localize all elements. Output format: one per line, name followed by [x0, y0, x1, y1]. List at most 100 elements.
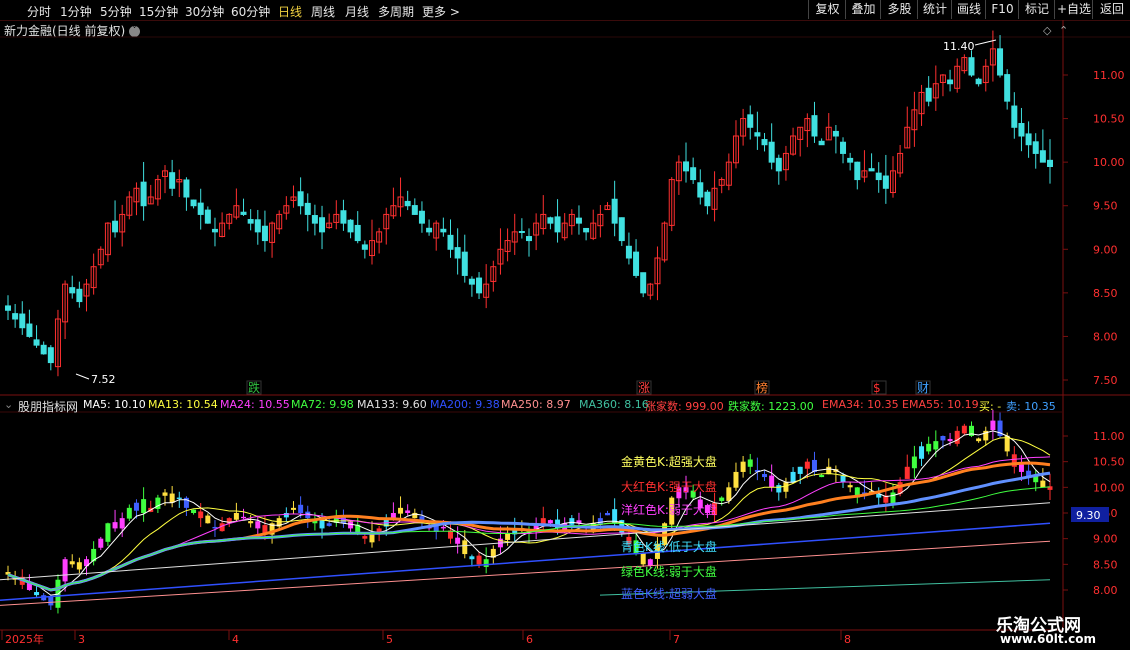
candle-body [411, 205, 418, 215]
candle-body [854, 161, 861, 181]
indicator-candle-body [919, 446, 925, 459]
price-tick-label: 10.00 [1093, 156, 1125, 169]
indicator-candle-body [940, 436, 946, 441]
legend-item-4: MA133: 9.60 [357, 398, 427, 411]
legend-item-2: MA24: 10.55 [220, 398, 290, 411]
indicator-candle-body [62, 559, 68, 582]
indicator-candle-body [469, 556, 475, 560]
candle-body [340, 210, 347, 224]
ma133-line [0, 502, 1051, 581]
diamond-icon[interactable]: ◇ [1043, 24, 1052, 37]
candle-body [183, 179, 190, 198]
candle-body [247, 219, 254, 224]
sub-price-tick-label: 8.50 [1093, 558, 1118, 571]
candle-body [832, 130, 839, 137]
candle-body [169, 172, 176, 189]
indicator-candle-body [405, 510, 411, 513]
candle-body [840, 141, 847, 154]
indicator-candle-body [911, 456, 917, 469]
candle-body [33, 339, 40, 346]
indicator-candle-body [840, 475, 846, 483]
high-price-label: 11.40 [943, 40, 975, 53]
candle-body [240, 211, 247, 215]
price-tick-label: 10.50 [1093, 113, 1125, 126]
candle-body [768, 141, 775, 163]
indicator-candle-body [790, 471, 796, 483]
indicator-candle-body [476, 555, 482, 565]
indicator-candle-body [762, 474, 768, 478]
legend-item-9: 跌家数: 1223.00 [728, 400, 814, 413]
indicator-candle-body [162, 492, 168, 496]
annotation-label: 洋红色K:弱于大盘 [621, 502, 717, 517]
event-marker: $ [873, 381, 881, 395]
candle-body [747, 114, 754, 128]
indicator-candle-body [133, 502, 139, 511]
candle-body [690, 167, 697, 181]
candle-body [518, 231, 525, 234]
candle-body [461, 251, 468, 276]
candle-body [5, 305, 11, 311]
indicator-candle-body [747, 459, 753, 467]
candle-body [404, 200, 411, 207]
indicator-candle-body [369, 533, 375, 543]
indicator-candle-body [954, 430, 960, 444]
chevron-down-icon[interactable]: ⌄ [4, 398, 13, 411]
candle-body [1018, 123, 1025, 137]
indicator-candle-body [440, 526, 446, 529]
candle-body [875, 172, 882, 181]
candle-body [547, 217, 554, 224]
candle-body [261, 225, 268, 242]
price-tick-label: 8.00 [1093, 330, 1118, 343]
x-axis-label: 4 [232, 633, 239, 646]
indicator-candle-body [783, 482, 789, 492]
low-price-label: 7.52 [91, 373, 116, 386]
candle-body [447, 234, 454, 250]
indicator-candle-body [205, 515, 211, 524]
indicator-candle-body [811, 459, 817, 472]
indicator-candle-body [976, 438, 982, 442]
ma200-line [0, 522, 1051, 602]
indicator-candle-body [126, 507, 132, 519]
annotation-label: 蓝色K线:超弱大盘 [621, 586, 717, 601]
indicator-candle-body [1018, 464, 1024, 472]
legend-item-10: EMA34: 10.35 [822, 398, 899, 411]
candle-body [112, 220, 119, 233]
kline-chart-area[interactable]: 11.00 10.50 10.00 9.50 9.00 8.50 8.00 7.50 11.00… [0, 0, 1130, 650]
candle-body [319, 217, 326, 233]
candle-body [197, 202, 204, 215]
candle-body [811, 115, 818, 137]
chevron-up-icon[interactable]: ⌃ [1059, 24, 1068, 37]
watermark-url: www.60lt.com [1000, 632, 1097, 646]
candle-body [847, 157, 854, 163]
indicator-candle-body [455, 537, 461, 544]
indicator-candle-body [904, 466, 910, 479]
indicator-candle-body [819, 475, 825, 478]
indicator-candle-body [119, 518, 125, 529]
indicator-candle-body [947, 438, 953, 442]
candle-body [868, 168, 875, 172]
indicator-candle-body [1040, 480, 1046, 488]
candle-body [775, 157, 782, 172]
indicator-candle-body [248, 521, 254, 524]
candle-body [440, 228, 447, 233]
candle-body [454, 247, 461, 259]
candle-body [19, 313, 26, 329]
indicator-candle-body [769, 475, 775, 488]
current-value-label: 9.30 [1076, 509, 1101, 522]
indicator-candle-body [547, 520, 553, 524]
candle-body [354, 224, 361, 242]
candle-body [633, 251, 640, 276]
indicator-candle-body [198, 511, 204, 519]
indicator-candle-body [48, 596, 54, 606]
candle-body [69, 287, 76, 294]
event-marker: 跌 [248, 380, 260, 395]
candle-body [426, 227, 433, 233]
legend-item-7: MA360: 8.16 [579, 398, 649, 411]
candle-body [1011, 105, 1018, 128]
indicator-candle-body [804, 461, 810, 469]
x-axis-label: 8 [844, 633, 851, 646]
indicator-candle-body [776, 485, 782, 493]
candle-body [40, 344, 47, 355]
candle-body [975, 78, 982, 85]
candle-body [1004, 74, 1011, 102]
